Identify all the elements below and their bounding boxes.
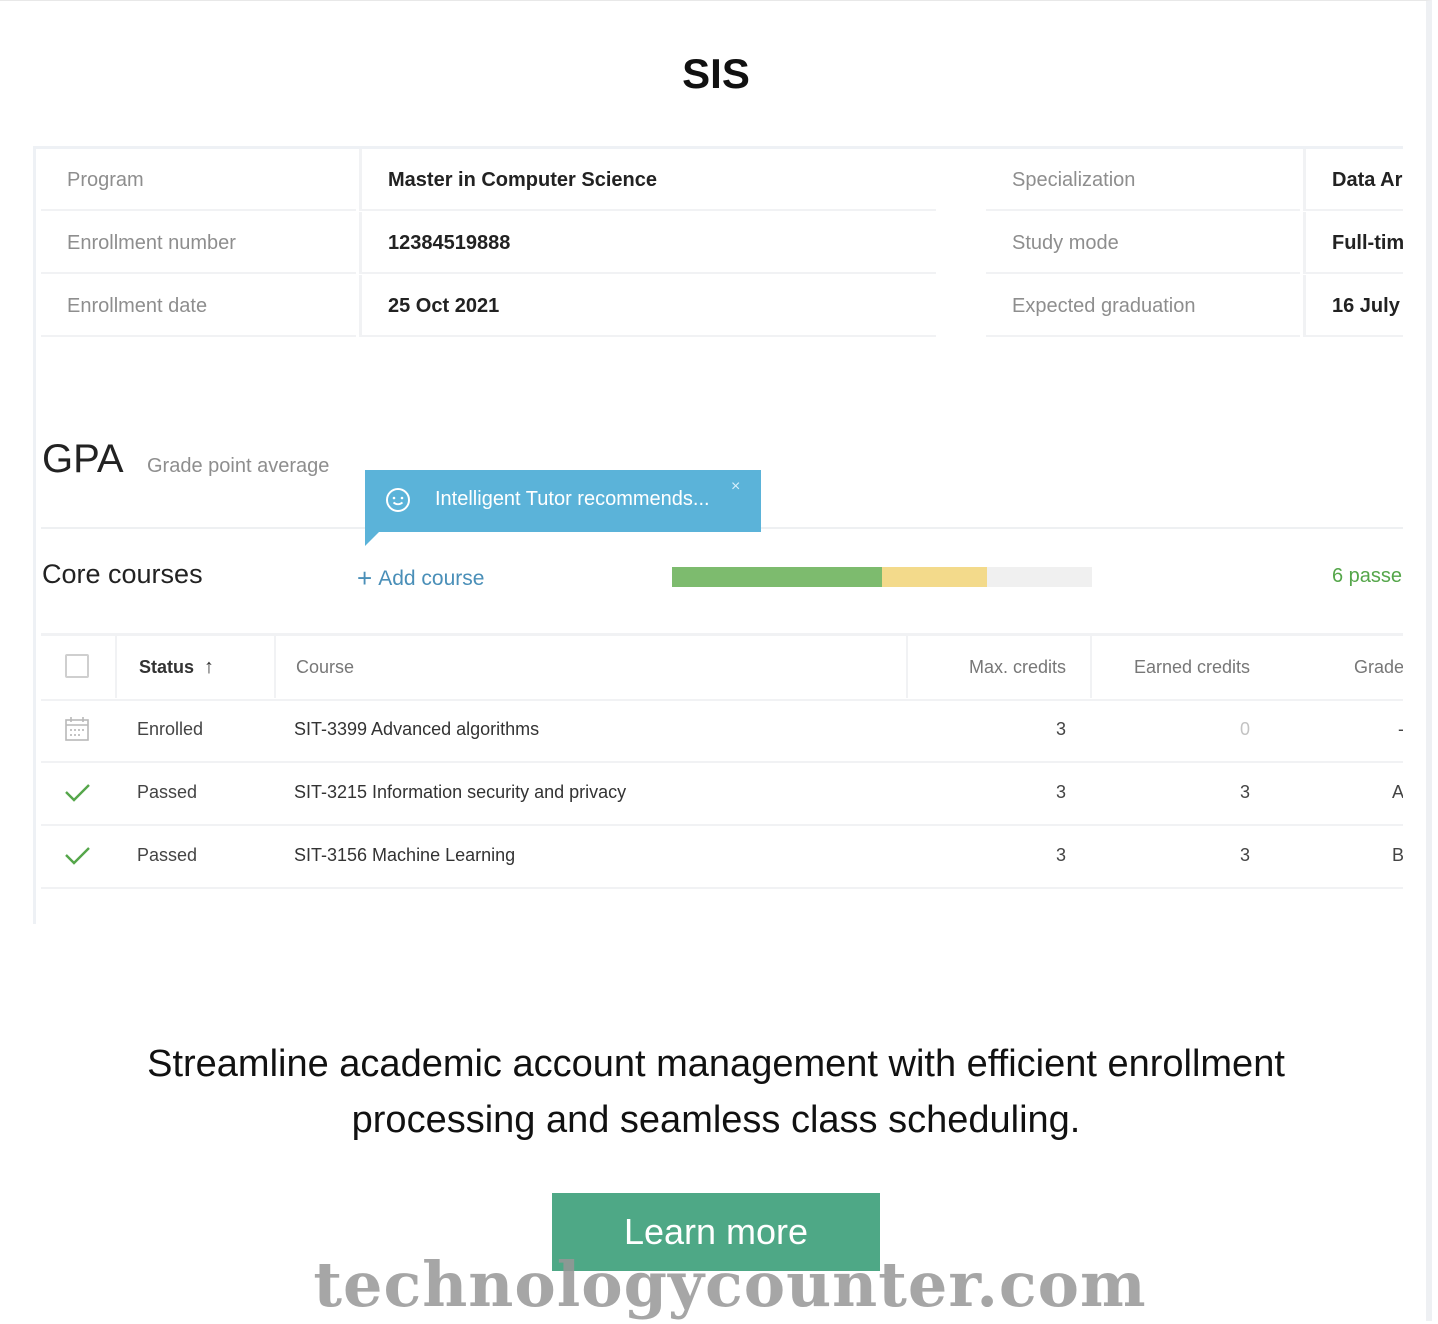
status-cell: Passed [137,845,198,865]
info-label: Enrollment date [41,275,356,337]
table-row[interactable]: Passed SIT-3215 Information security and… [41,761,1403,826]
row-icon-cell [41,761,115,823]
watermark: technologycounter.com [313,1248,1147,1321]
table-header-row: Status ↑ Course Max. credits Earned credi… [41,633,1403,701]
table-row[interactable]: Passed SIT-3156 Machine Learning 3 3 B [41,824,1403,889]
grade-cell: - [1274,698,1403,760]
calendar-icon [65,717,89,741]
info-value: 16 July [1303,275,1403,337]
progress-passed [672,567,882,587]
course-cell: SIT-3399 Advanced algorithms [294,719,540,739]
product-description: Streamline academic account management w… [147,1043,1285,1141]
progress-enrolled [882,567,987,587]
earned-credits-cell: 3 [1239,845,1250,865]
info-value: 12384519888 [359,212,936,274]
info-row: Program Master in Computer Science Speci… [41,149,1403,212]
info-value: Master in Computer Science [359,149,936,211]
info-row: Enrollment date 25 Oct 2021 Expected gra… [41,275,1403,338]
gpa-title: GPA [42,437,124,481]
grade-header[interactable]: Grade [1274,636,1403,698]
grade-cell: B [1391,845,1403,865]
course-header[interactable]: Course [274,636,904,698]
status-cell: Passed [137,782,198,802]
info-label: Expected graduation [986,275,1300,337]
grade-cell: A [1391,782,1403,802]
check-icon [65,784,90,802]
sis-screenshot: Program Master in Computer Science Speci… [33,146,1403,924]
tooltip-text: Intelligent Tutor recommends... [435,488,710,510]
select-all-cell [41,636,117,698]
row-icon-cell [41,698,115,760]
add-course-label: Add course [378,567,485,590]
info-value: 25 Oct 2021 [359,275,936,337]
info-label: Enrollment number [41,212,356,274]
earned-credits-cell: 3 [1239,782,1250,802]
max-credits-cell: 3 [1055,782,1066,802]
max-credits-header[interactable]: Max. credits [906,636,1088,698]
table-row[interactable]: Enrolled SIT-3399 Advanced algorithms 3 … [41,698,1403,763]
info-label: Study mode [986,212,1300,274]
select-all-checkbox[interactable] [65,654,89,678]
course-progress-bar [672,567,1092,587]
status-cell: Enrolled [137,719,204,739]
status-header[interactable]: Status ↑ [115,636,275,698]
info-row: Enrollment number 12384519888 Study mode… [41,212,1403,275]
tooltip-tail [365,530,381,546]
course-cell: SIT-3215 Information security and privac… [294,782,627,802]
info-label: Program [41,149,356,211]
gpa-subtitle: Grade point average [147,455,330,477]
info-label: Specialization [986,149,1300,211]
info-value: Full-tim [1303,212,1403,274]
check-icon [65,847,90,865]
core-courses-title: Core courses [42,559,203,589]
sort-ascending-icon[interactable]: ↑ [204,656,214,678]
passed-count: 6 passe [1332,565,1403,587]
earned-credits-header[interactable]: Earned credits [1090,636,1272,698]
info-value: Data Ar [1303,149,1403,211]
close-icon[interactable]: × [731,478,740,496]
add-course-button[interactable]: + Add course [357,563,484,594]
page-title: SIS [682,50,750,97]
tutor-tooltip[interactable]: Intelligent Tutor recommends... × [365,470,761,532]
smile-icon [386,488,410,512]
plus-icon: + [357,563,373,593]
max-credits-cell: 3 [1055,845,1066,865]
row-icon-cell [41,824,115,886]
status-header-label: Status [139,657,195,677]
course-cell: SIT-3156 Machine Learning [294,845,516,865]
earned-credits-cell: 0 [1239,719,1250,739]
max-credits-cell: 3 [1055,719,1066,739]
